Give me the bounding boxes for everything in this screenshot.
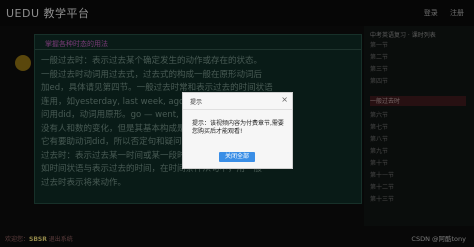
close-all-button[interactable]: 关闭全部: [219, 152, 255, 162]
close-icon[interactable]: ×: [281, 95, 288, 105]
dialog-title: 提示: [190, 99, 203, 106]
dialog-header: 提示 ×: [183, 93, 292, 110]
paid-content-dialog: 提示 × 提示：该视频内容为付费章节,需要您购买后才能观看! 关闭全部: [182, 92, 293, 169]
dialog-message: 提示：该视频内容为付费章节,需要您购买后才能观看!: [192, 120, 284, 135]
